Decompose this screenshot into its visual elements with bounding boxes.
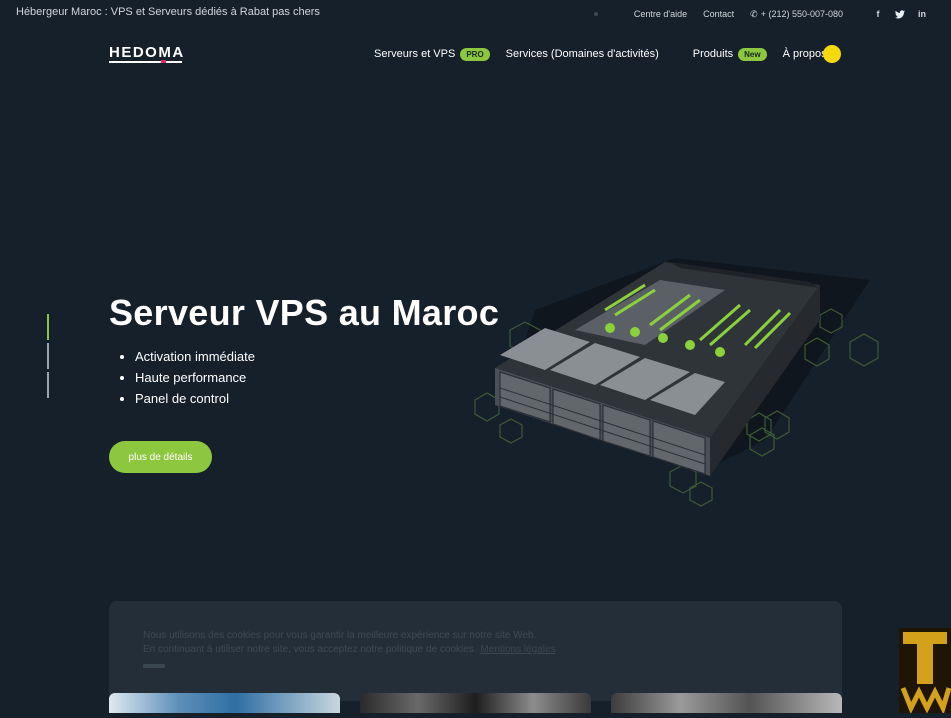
- phone-number: + (212) 550-007-080: [760, 8, 843, 19]
- card-image[interactable]: [360, 693, 591, 713]
- feature-item: Haute performance: [135, 367, 255, 388]
- slide-indicator-3[interactable]: [47, 372, 49, 398]
- details-button[interactable]: plus de détails: [109, 441, 212, 473]
- nav-item-about[interactable]: À propos: [783, 48, 827, 60]
- twitter-icon[interactable]: [889, 9, 911, 19]
- cookie-legal-link[interactable]: Mentions légales: [481, 644, 556, 655]
- card-image[interactable]: [109, 693, 340, 713]
- card-image[interactable]: [611, 693, 842, 713]
- nav-item-label: À propos: [782, 48, 827, 60]
- new-badge: New: [738, 47, 767, 61]
- slide-indicator-2[interactable]: [47, 343, 49, 369]
- phone-link[interactable]: ✆ + (212) 550-007-080: [750, 9, 843, 20]
- linkedin-icon[interactable]: in: [911, 9, 933, 19]
- separator-dot: [593, 12, 598, 16]
- feature-list: Activation immédiate Haute performance P…: [117, 346, 255, 409]
- nav-item-label: Services (Domaines d'activités): [505, 48, 659, 60]
- nav-item-label: Produits: [692, 48, 734, 60]
- cookie-banner: Nous utilisons des cookies pour vous gar…: [109, 601, 842, 701]
- feature-item: Panel de control: [135, 388, 255, 409]
- cookie-accept-button[interactable]: [143, 664, 165, 668]
- cookie-line-2: En continuant à utiliser notre site, vou…: [143, 644, 477, 655]
- social-links: f in: [867, 9, 933, 19]
- help-center-link[interactable]: Centre d'aide: [634, 9, 687, 19]
- cookie-line-1: Nous utilisons des cookies pour vous gar…: [143, 630, 537, 641]
- hero-title: Serveur VPS au Maroc: [109, 292, 500, 333]
- nav-item-label: Serveurs et VPS: [374, 48, 456, 60]
- watermark-logo: [899, 628, 951, 715]
- top-links: Centre d'aide Contact ✆ + (212) 550-007-0…: [593, 4, 933, 24]
- theme-toggle-button[interactable]: [823, 45, 841, 63]
- logo-underline: [109, 60, 182, 63]
- site-tagline: Hébergeur Maroc : VPS et Serveurs dédiés…: [16, 6, 320, 18]
- pro-badge: PRO: [460, 47, 490, 61]
- cookie-text: Nous utilisons des cookies pour vous gar…: [143, 629, 556, 657]
- server-illustration: [474, 258, 879, 507]
- nav-item-products[interactable]: Produits New: [692, 47, 767, 61]
- nav-item-servers[interactable]: Serveurs et VPS PRO: [374, 47, 490, 61]
- facebook-icon[interactable]: f: [867, 9, 889, 19]
- contact-link[interactable]: Contact: [703, 9, 734, 19]
- main-nav: Serveurs et VPS PRO Services (Domaines d…: [374, 44, 827, 64]
- site-logo[interactable]: HEDOMA: [109, 44, 185, 61]
- slide-indicator-1[interactable]: [47, 314, 49, 340]
- nav-item-services[interactable]: Services (Domaines d'activités): [506, 48, 659, 60]
- top-bar: Hébergeur Maroc : VPS et Serveurs dédiés…: [0, 0, 951, 28]
- feature-item: Activation immédiate: [135, 346, 255, 367]
- phone-icon: ✆: [750, 8, 758, 19]
